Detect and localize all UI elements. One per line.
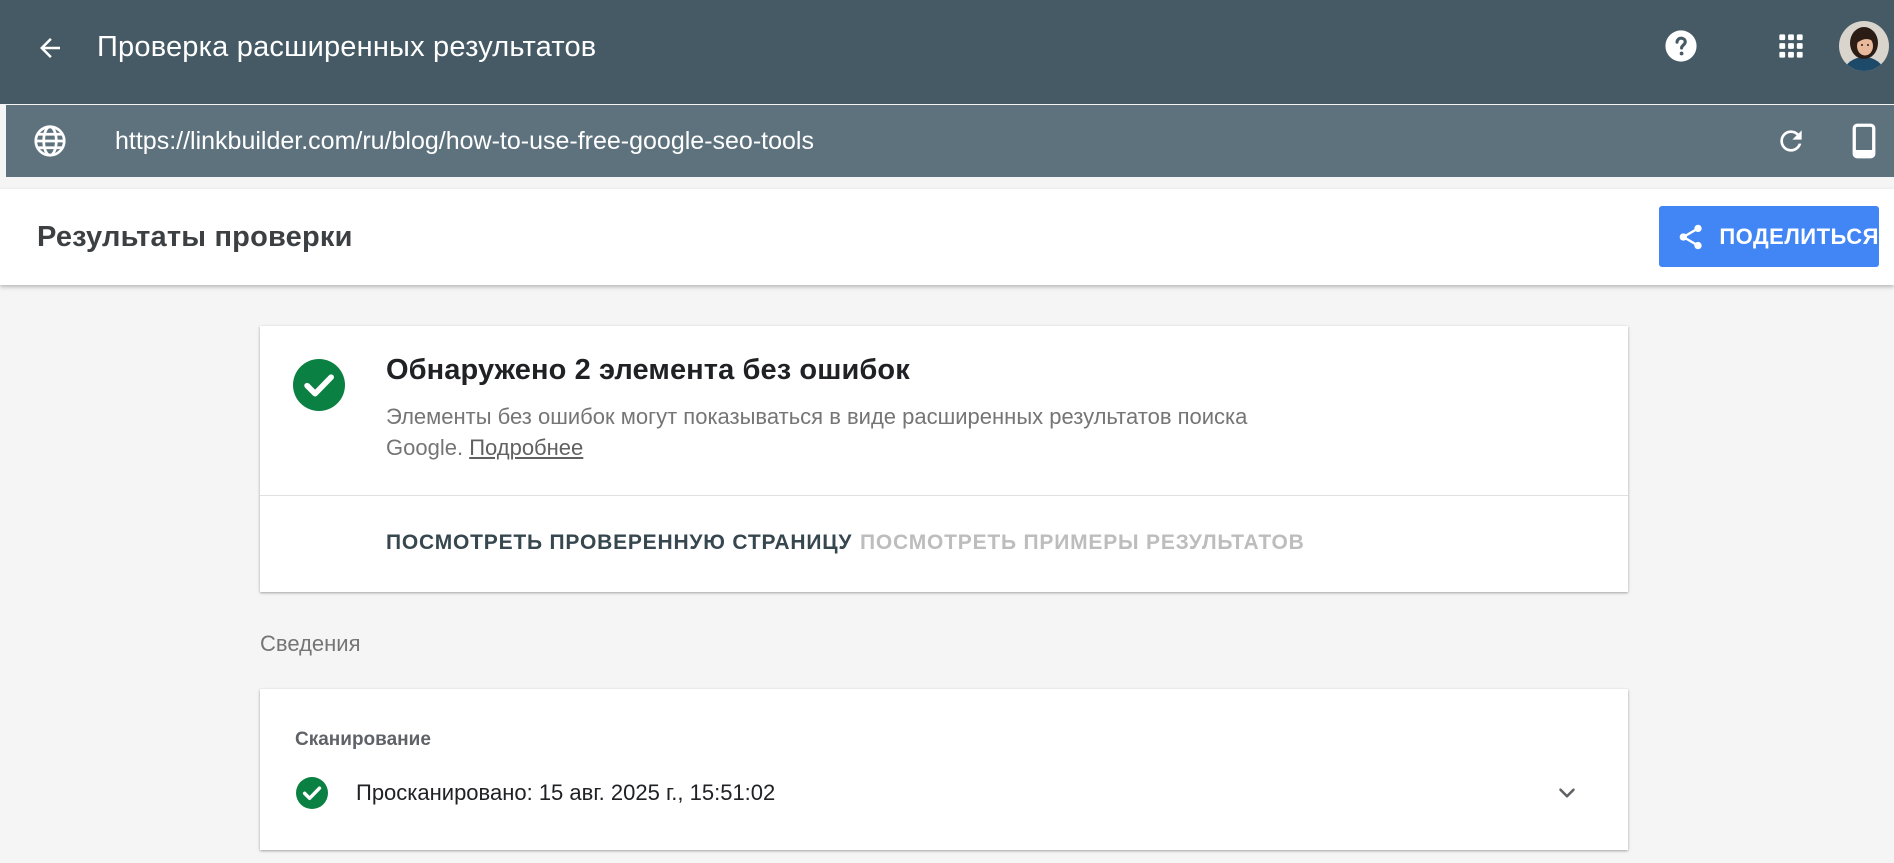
crawl-status-text: Просканировано: 15 авг. 2025 г., 15:51:0… xyxy=(356,780,776,805)
back-button[interactable] xyxy=(26,24,74,72)
apps-grid-icon xyxy=(1779,34,1803,58)
crawl-heading: Сканирование xyxy=(295,729,431,750)
view-tested-page-button[interactable]: ПОСМОТРЕТЬ ПРОВЕРЕННУЮ СТРАНИЦУ xyxy=(386,531,852,555)
crawl-status-row[interactable]: Просканировано: 15 авг. 2025 г., 15:51:0… xyxy=(260,777,1628,821)
learn-more-link[interactable]: Подробнее xyxy=(469,435,583,460)
device-toggle-button[interactable] xyxy=(1844,119,1884,163)
avatar-image xyxy=(1839,21,1889,71)
app-bar: Проверка расширенных результатов xyxy=(0,0,1894,104)
view-result-examples-button: ПОСМОТРЕТЬ ПРИМЕРЫ РЕЗУЛЬТАТОВ xyxy=(860,531,1305,554)
details-section-label: Сведения xyxy=(260,631,361,656)
crawl-card: Сканирование Просканировано: 15 авг. 202… xyxy=(260,689,1628,850)
help-icon xyxy=(1665,30,1697,62)
account-avatar[interactable] xyxy=(1839,21,1889,71)
summary-description: Элементы без ошибок могут показываться в… xyxy=(386,401,1286,463)
help-button[interactable] xyxy=(1661,22,1701,70)
url-bar: https://linkbuilder.com/ru/blog/how-to-u… xyxy=(6,105,1894,177)
share-label: ПОДЕЛИТЬСЯ xyxy=(1719,223,1879,249)
reload-icon xyxy=(1780,130,1802,152)
reload-button[interactable] xyxy=(1771,121,1811,161)
share-icon xyxy=(1679,224,1702,249)
share-button[interactable]: ПОДЕЛИТЬСЯ xyxy=(1659,206,1879,267)
card-divider xyxy=(260,495,1628,496)
apps-button[interactable] xyxy=(1771,22,1811,70)
app-title: Проверка расширенных результатов xyxy=(97,31,597,63)
results-title: Результаты проверки xyxy=(37,221,353,253)
smartphone-icon xyxy=(1852,123,1876,159)
check-circle-icon xyxy=(293,359,345,411)
globe-icon xyxy=(34,125,66,157)
summary-title: Обнаружено 2 элемента без ошибок xyxy=(386,354,910,386)
check-circle-icon xyxy=(296,777,328,809)
chevron-down-icon[interactable] xyxy=(1554,780,1580,806)
results-header: Результаты проверки ПОДЕЛИТЬСЯ xyxy=(0,189,1894,285)
arrow-back-icon xyxy=(40,38,60,58)
tested-url[interactable]: https://linkbuilder.com/ru/blog/how-to-u… xyxy=(115,105,814,177)
summary-card: Обнаружено 2 элемента без ошибок Элемент… xyxy=(260,326,1628,592)
